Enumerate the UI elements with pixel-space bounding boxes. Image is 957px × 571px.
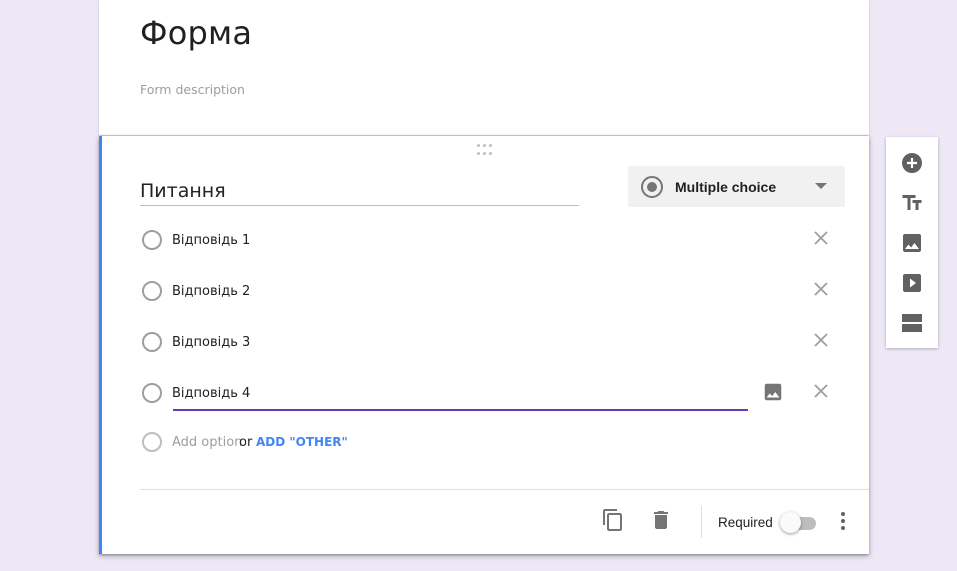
radio-unchecked-icon bbox=[142, 281, 162, 301]
add-image-icon[interactable] bbox=[762, 381, 784, 403]
form-header-card: Форма Form description bbox=[99, 0, 869, 135]
add-question-icon[interactable] bbox=[900, 151, 924, 175]
remove-option-icon[interactable] bbox=[811, 330, 831, 350]
required-toggle[interactable] bbox=[780, 512, 818, 534]
toggle-thumb bbox=[780, 512, 801, 533]
radio-unchecked-icon bbox=[142, 432, 162, 452]
add-section-icon[interactable] bbox=[900, 311, 924, 335]
option-label-input[interactable]: Відповідь 1 bbox=[172, 233, 250, 248]
question-type-dropdown[interactable]: Multiple choice bbox=[628, 166, 845, 207]
footer-vertical-divider bbox=[701, 506, 702, 538]
remove-option-icon[interactable] bbox=[811, 228, 831, 248]
option-row: Відповідь 3 bbox=[142, 330, 832, 354]
radio-unchecked-icon bbox=[142, 332, 162, 352]
add-option-row: Add option or ADD "OTHER" bbox=[142, 430, 542, 454]
add-option-input[interactable]: Add option bbox=[172, 435, 242, 450]
option-row: Відповідь 1 bbox=[142, 228, 832, 252]
option-label-input[interactable]: Відповідь 2 bbox=[172, 284, 250, 299]
active-input-underline bbox=[173, 409, 748, 411]
active-card-indicator bbox=[99, 136, 102, 554]
radio-unchecked-icon bbox=[142, 230, 162, 250]
dropdown-arrow-icon bbox=[815, 183, 827, 189]
side-toolbar bbox=[886, 137, 938, 348]
option-label-input[interactable]: Відповідь 3 bbox=[172, 335, 250, 350]
radio-button-checked-icon bbox=[641, 175, 663, 198]
question-title-input[interactable]: Питання bbox=[140, 180, 579, 206]
duplicate-icon[interactable] bbox=[601, 508, 625, 537]
remove-option-icon[interactable] bbox=[811, 381, 831, 401]
delete-icon[interactable] bbox=[649, 508, 673, 537]
question-card[interactable]: Питання Multiple choice Відповідь 1 Відп… bbox=[99, 136, 869, 554]
option-label-input[interactable]: Відповідь 4 bbox=[172, 386, 250, 401]
question-type-label: Multiple choice bbox=[675, 178, 777, 195]
required-label: Required bbox=[718, 515, 773, 530]
remove-option-icon[interactable] bbox=[811, 279, 831, 299]
drag-handle-icon[interactable] bbox=[476, 144, 492, 156]
option-row: Відповідь 2 bbox=[142, 279, 832, 303]
footer-divider bbox=[140, 489, 869, 490]
add-title-icon[interactable] bbox=[900, 191, 924, 215]
add-image-icon[interactable] bbox=[900, 231, 924, 255]
or-separator-text: or bbox=[239, 435, 253, 450]
add-video-icon[interactable] bbox=[900, 271, 924, 295]
option-row-active: Відповідь 4 bbox=[142, 381, 832, 411]
more-options-icon[interactable] bbox=[831, 509, 855, 538]
form-description-field[interactable]: Form description bbox=[140, 82, 245, 97]
form-title[interactable]: Форма bbox=[140, 14, 252, 52]
radio-unchecked-icon bbox=[142, 383, 162, 403]
add-other-link[interactable]: ADD "OTHER" bbox=[256, 435, 348, 449]
